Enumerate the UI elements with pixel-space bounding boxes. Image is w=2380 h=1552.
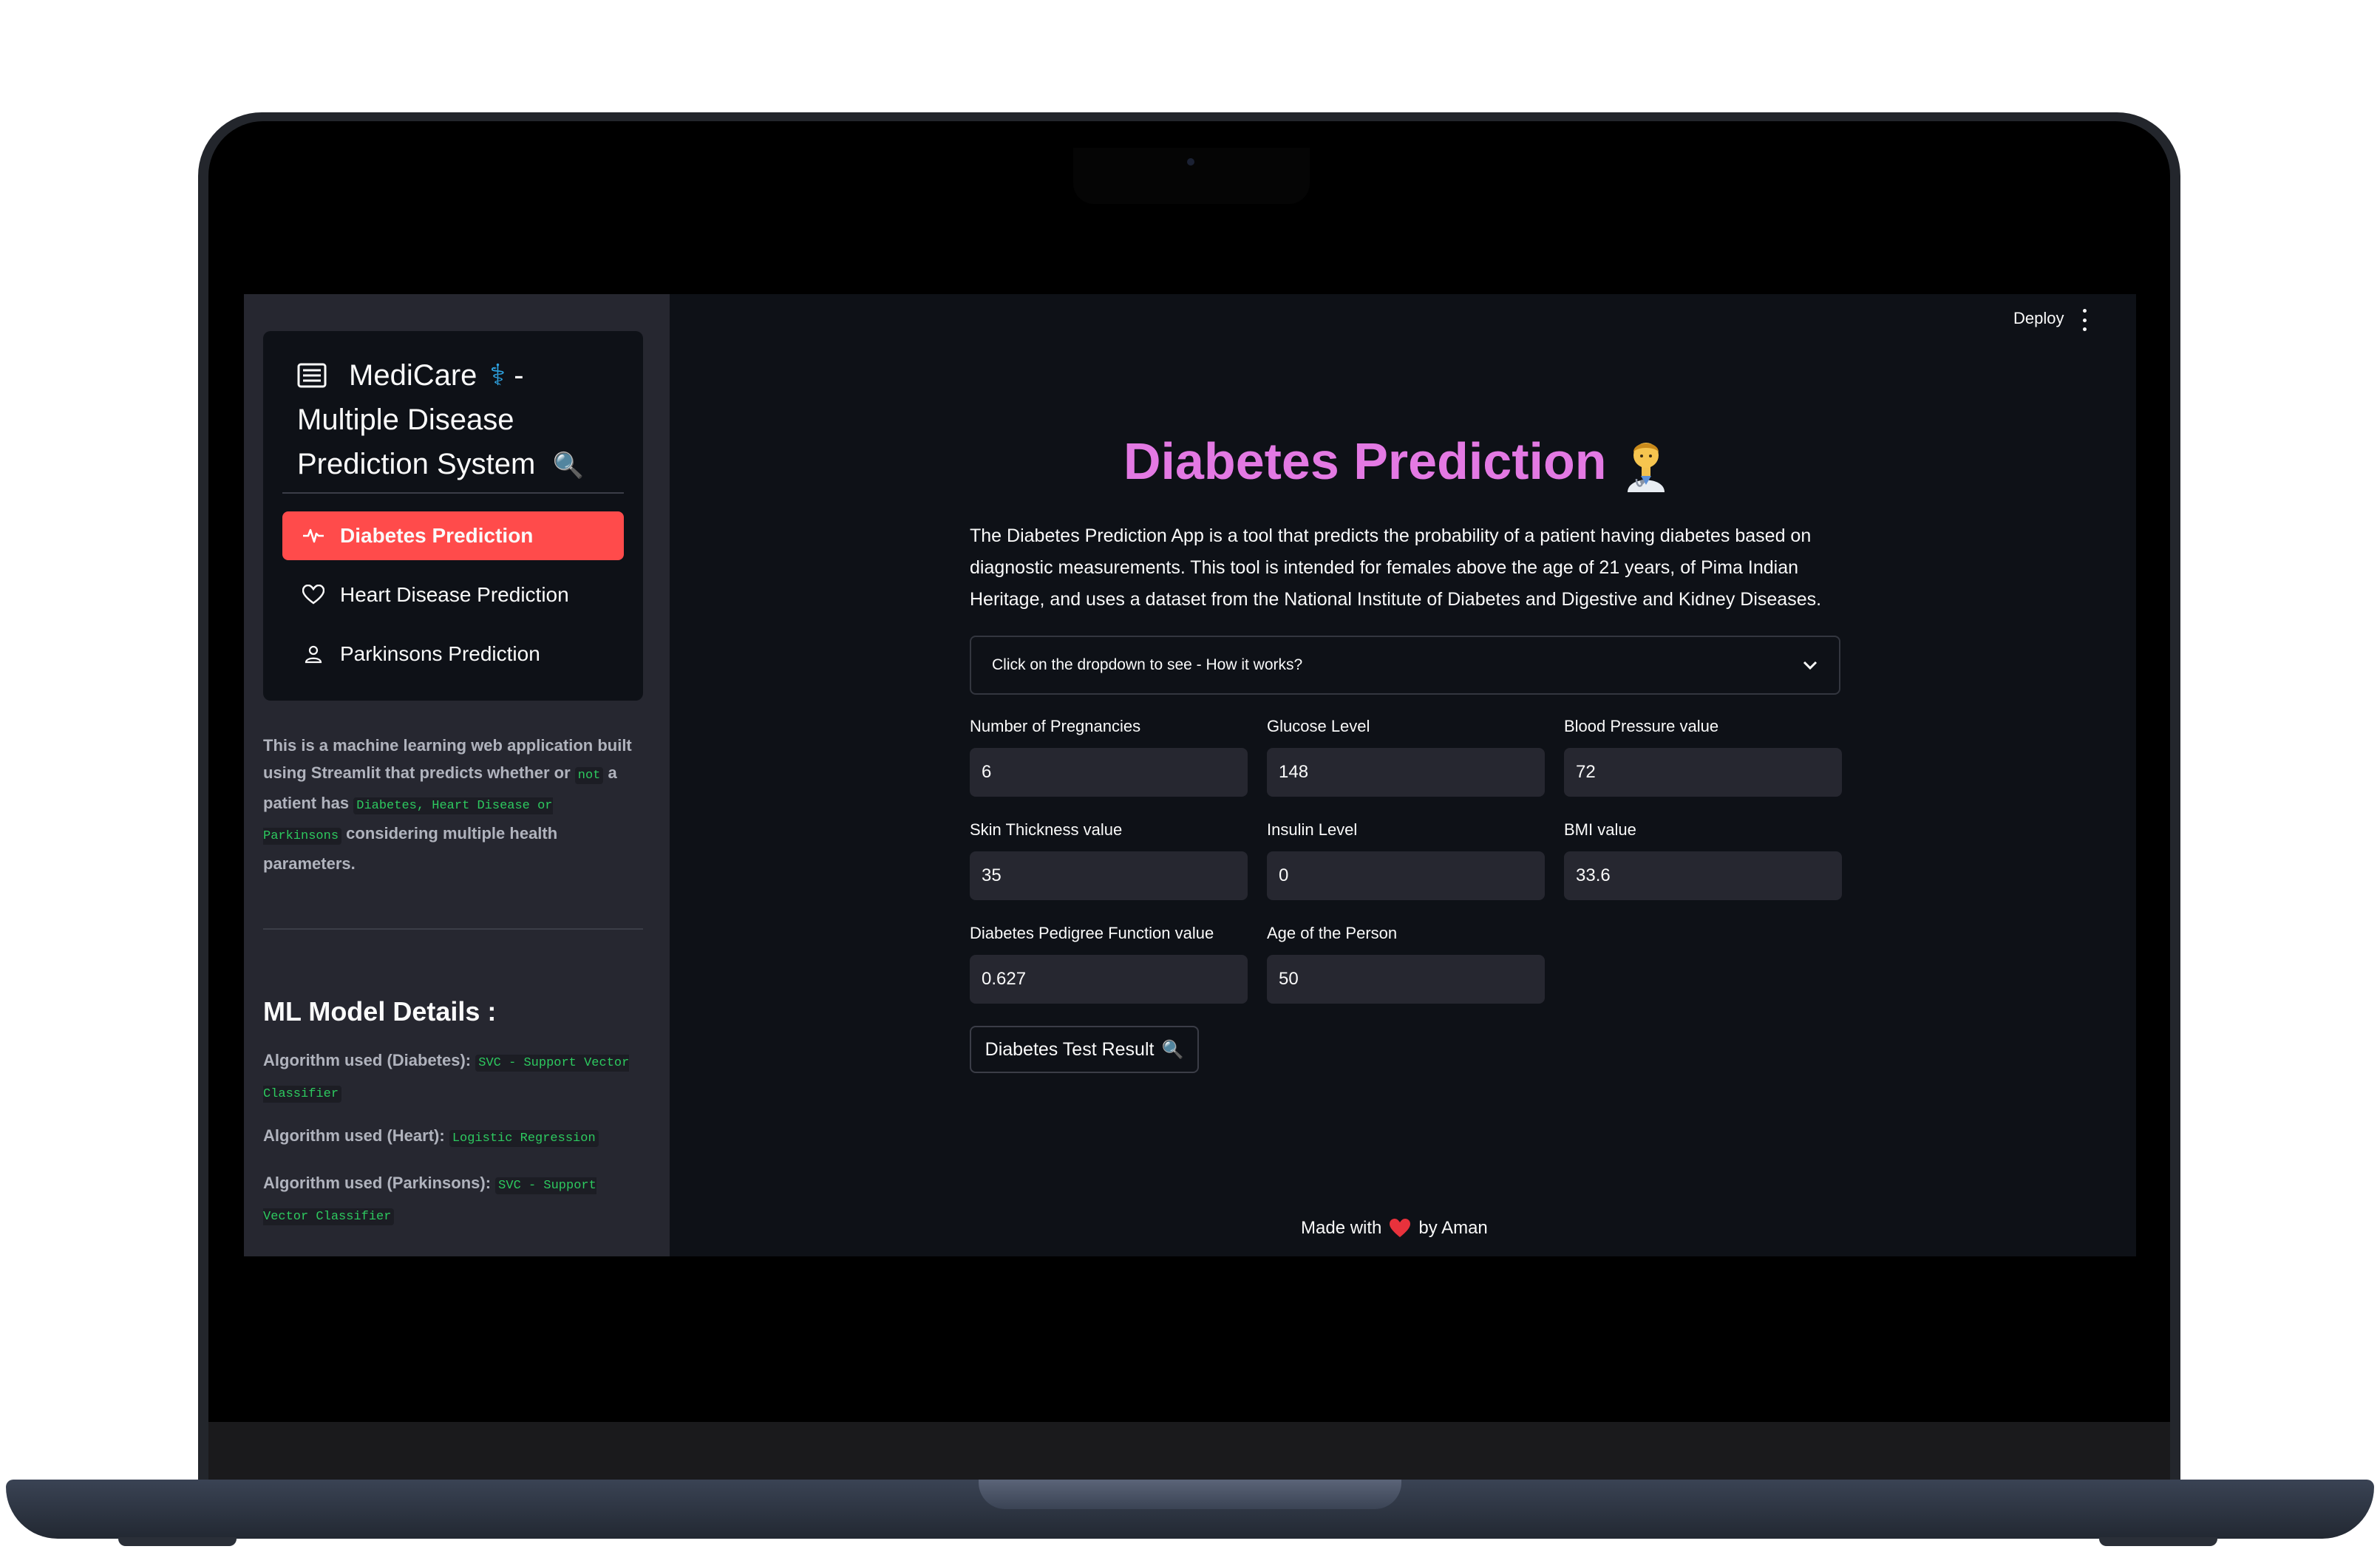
menu-divider [282,492,624,494]
sidebar-divider [263,928,643,930]
insulin-input[interactable]: 0 [1267,851,1545,900]
hinge [208,1422,2170,1480]
page-title: Diabetes Prediction [1123,432,1607,490]
algorithm-label: Algorithm used (Heart): [263,1126,445,1145]
pedigree-input[interactable]: 0.627 [970,955,1248,1004]
result-button-label: Diabetes Test Result [985,1038,1155,1060]
person-icon [302,642,325,666]
footer: Made with by Aman [1301,1218,1488,1239]
sidebar-item-diabetes[interactable]: Diabetes Prediction [282,511,624,560]
laptop-foot [2099,1537,2217,1546]
app-window: MediCare ⚕ - Multiple Disease Prediction… [244,294,2136,1256]
magnifier-icon: 🔍 [552,452,584,480]
sidebar-item-parkinsons[interactable]: Parkinsons Prediction [282,630,624,678]
expander-label: Click on the dropdown to see - How it wo… [992,656,1303,673]
camera-icon [1187,158,1194,166]
menu-title-line2: Multiple Disease [297,404,514,436]
algorithm-label: Algorithm used (Parkinsons): [263,1174,492,1192]
footer-made-with: Made with [1301,1218,1382,1238]
skin-thickness-input[interactable]: 35 [970,851,1248,900]
caduceus-icon: ⚕ [489,359,506,392]
option-menu: MediCare ⚕ - Multiple Disease Prediction… [263,331,643,701]
blood-pressure-label: Blood Pressure value [1564,717,1719,735]
skin-thickness-label: Skin Thickness value [970,820,1123,839]
code-not: not [574,767,604,784]
main-menu-icon[interactable] [2077,309,2092,331]
menu-title-line3: Prediction System [297,448,536,480]
magnifier-icon: 🔍 [1161,1039,1184,1060]
heart-icon [302,583,325,607]
pedigree-label: Diabetes Pedigree Function value [970,924,1214,942]
activity-icon [302,524,325,548]
algorithm-heart: Algorithm used (Heart): Logistic Regress… [263,1122,647,1153]
age-input[interactable]: 50 [1267,955,1545,1004]
ml-details-heading: ML Model Details : [263,996,497,1027]
menu-list-icon [297,363,327,388]
sidebar-item-label: Heart Disease Prediction [340,583,569,606]
sidebar: MediCare ⚕ - Multiple Disease Prediction… [244,294,670,1256]
sidebar-item-heart[interactable]: Heart Disease Prediction [282,571,624,619]
menu-title-line1: MediCare [349,359,477,392]
how-it-works-expander[interactable]: Click on the dropdown to see - How it wo… [970,636,1840,695]
algorithm-parkinsons: Algorithm used (Parkinsons): SVC - Suppo… [263,1169,647,1231]
menu-title-dash: - [514,359,524,392]
heart-icon [1390,1219,1411,1237]
age-label: Age of the Person [1267,924,1398,942]
laptop-foot [118,1537,237,1546]
menu-title: MediCare ⚕ - Multiple Disease Prediction… [297,353,622,488]
camera-notch [1073,148,1310,204]
glucose-label: Glucose Level [1267,717,1370,735]
blood-pressure-input[interactable]: 72 [1564,748,1842,797]
algorithm-diabetes: Algorithm used (Diabetes): SVC - Support… [263,1046,647,1109]
sidebar-item-label: Diabetes Prediction [340,524,534,547]
glucose-input[interactable]: 148 [1267,748,1545,797]
doctor-emoji-icon [1628,443,1665,492]
chevron-down-icon [1803,661,1818,670]
pregnancies-label: Number of Pregnancies [970,717,1141,735]
diabetes-test-result-button[interactable]: Diabetes Test Result 🔍 [970,1026,1199,1073]
deploy-button[interactable]: Deploy [2013,309,2064,328]
bmi-label: BMI value [1564,820,1636,839]
pregnancies-input[interactable]: 6 [970,748,1248,797]
sidebar-description: This is a machine learning web applicati… [263,732,633,877]
sidebar-item-label: Parkinsons Prediction [340,642,540,665]
bmi-input[interactable]: 33.6 [1564,851,1842,900]
base-cutout [979,1480,1401,1509]
intro-paragraph: The Diabetes Prediction App is a tool th… [970,525,1822,610]
algorithm-label: Algorithm used (Diabetes): [263,1051,472,1069]
footer-author: by Aman [1418,1218,1488,1238]
insulin-label: Insulin Level [1267,820,1358,839]
algorithm-model: Logistic Regression [449,1130,599,1147]
